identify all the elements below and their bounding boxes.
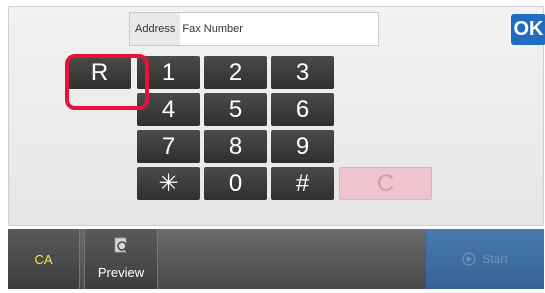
- clear-key[interactable]: C: [339, 167, 432, 200]
- preview-button[interactable]: Preview: [84, 229, 158, 289]
- key-0[interactable]: 0: [204, 167, 267, 200]
- ok-button[interactable]: OK: [511, 14, 545, 45]
- ca-button[interactable]: CA: [8, 229, 80, 289]
- address-label: Address: [130, 13, 181, 45]
- start-button[interactable]: Start: [426, 229, 544, 289]
- key-hash[interactable]: #: [271, 167, 334, 200]
- r-key-highlight: [65, 54, 149, 110]
- key-star[interactable]: ✳: [137, 167, 200, 200]
- key-6[interactable]: 6: [271, 93, 334, 126]
- bottom-action-bar: CA Preview Start: [8, 229, 544, 289]
- key-7[interactable]: 7: [137, 130, 200, 163]
- key-5[interactable]: 5: [204, 93, 267, 126]
- key-2[interactable]: 2: [204, 56, 267, 89]
- preview-magnifier-icon: [114, 237, 130, 254]
- preview-label: Preview: [97, 265, 145, 280]
- fax-keypad-panel: Address Fax Number OK R 1 2 3 4 5 6 7 8 …: [8, 6, 545, 226]
- address-value: Fax Number: [182, 23, 243, 35]
- key-8[interactable]: 8: [204, 130, 267, 163]
- start-icon: [462, 252, 476, 266]
- key-9[interactable]: 9: [271, 130, 334, 163]
- address-field[interactable]: Address Fax Number: [129, 12, 379, 46]
- start-label: Start: [482, 252, 508, 266]
- key-3[interactable]: 3: [271, 56, 334, 89]
